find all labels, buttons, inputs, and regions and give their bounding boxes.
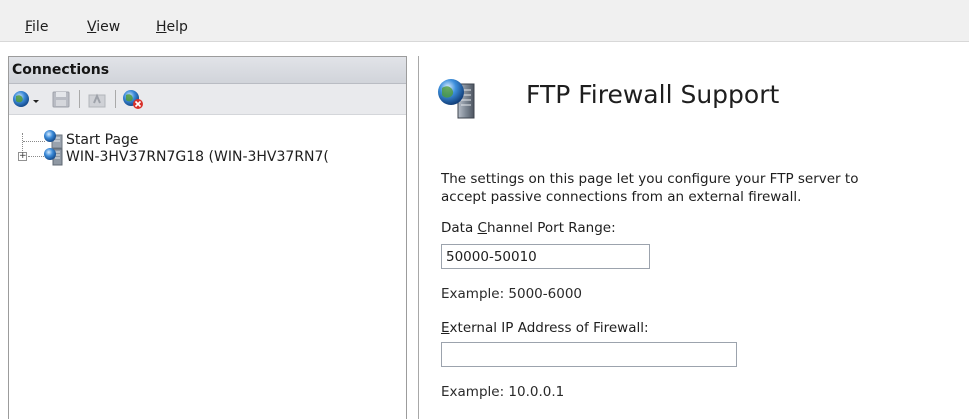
label-part: Data xyxy=(441,220,478,236)
description-line: The settings on this page let you config… xyxy=(441,171,859,187)
external-ip-label: External IP Address of Firewall: xyxy=(441,320,649,336)
menu-bar: File View Help xyxy=(0,0,969,42)
page-description: The settings on this page let you config… xyxy=(441,170,966,206)
toolbar-separator xyxy=(115,90,116,108)
start-page-icon xyxy=(43,129,63,149)
tree-connector xyxy=(23,141,45,142)
label-accel: C xyxy=(477,220,487,236)
save-icon[interactable] xyxy=(49,87,73,111)
toolbar-separator xyxy=(79,90,80,108)
feature-page: FTP Firewall Support The settings on thi… xyxy=(418,56,969,419)
external-ip-example: Example: 10.0.0.1 xyxy=(441,384,565,400)
connections-title: Connections xyxy=(12,62,110,78)
tree-item-label: Start Page xyxy=(66,132,139,148)
external-ip-input[interactable] xyxy=(441,342,737,367)
ftp-firewall-icon xyxy=(436,76,482,122)
menu-view[interactable]: View xyxy=(85,19,122,35)
tree-item-server[interactable]: WIN-3HV37RN7G18 (WIN-3HV37RN7( xyxy=(43,148,403,166)
menu-file-label: ile xyxy=(32,19,49,35)
connections-toolbar xyxy=(9,84,406,115)
label-part: xternal IP Address of Firewall: xyxy=(449,320,649,336)
tree-item-start-page[interactable]: Start Page xyxy=(43,129,363,149)
disconnect-icon[interactable] xyxy=(121,87,145,111)
tree-expander[interactable]: + xyxy=(18,152,27,161)
port-range-input[interactable] xyxy=(441,244,650,269)
tree-item-label: WIN-3HV37RN7G18 (WIN-3HV37RN7( xyxy=(66,149,329,165)
connections-panel: Connections Start Page + WIN-3HV37RN7G18… xyxy=(8,56,407,419)
menu-help-label: elp xyxy=(166,19,188,35)
port-range-example: Example: 5000-6000 xyxy=(441,286,582,302)
label-accel: E xyxy=(441,320,450,336)
page-title: FTP Firewall Support xyxy=(526,80,780,109)
menu-view-label: iew xyxy=(96,19,121,35)
description-line: accept passive connections from an exter… xyxy=(441,189,802,205)
menu-file-accel: F xyxy=(25,19,33,35)
label-part: hannel Port Range: xyxy=(486,220,616,236)
connections-header: Connections xyxy=(9,57,406,84)
menu-help-accel: H xyxy=(156,19,167,35)
dropdown-arrow-icon[interactable] xyxy=(31,87,41,111)
menu-help[interactable]: Help xyxy=(154,19,190,35)
menu-file[interactable]: File xyxy=(23,19,50,35)
server-icon xyxy=(43,148,63,166)
port-range-label: Data Channel Port Range: xyxy=(441,220,616,236)
tree-connector xyxy=(28,156,44,157)
up-icon[interactable] xyxy=(85,87,109,111)
menu-view-accel: V xyxy=(87,19,97,35)
